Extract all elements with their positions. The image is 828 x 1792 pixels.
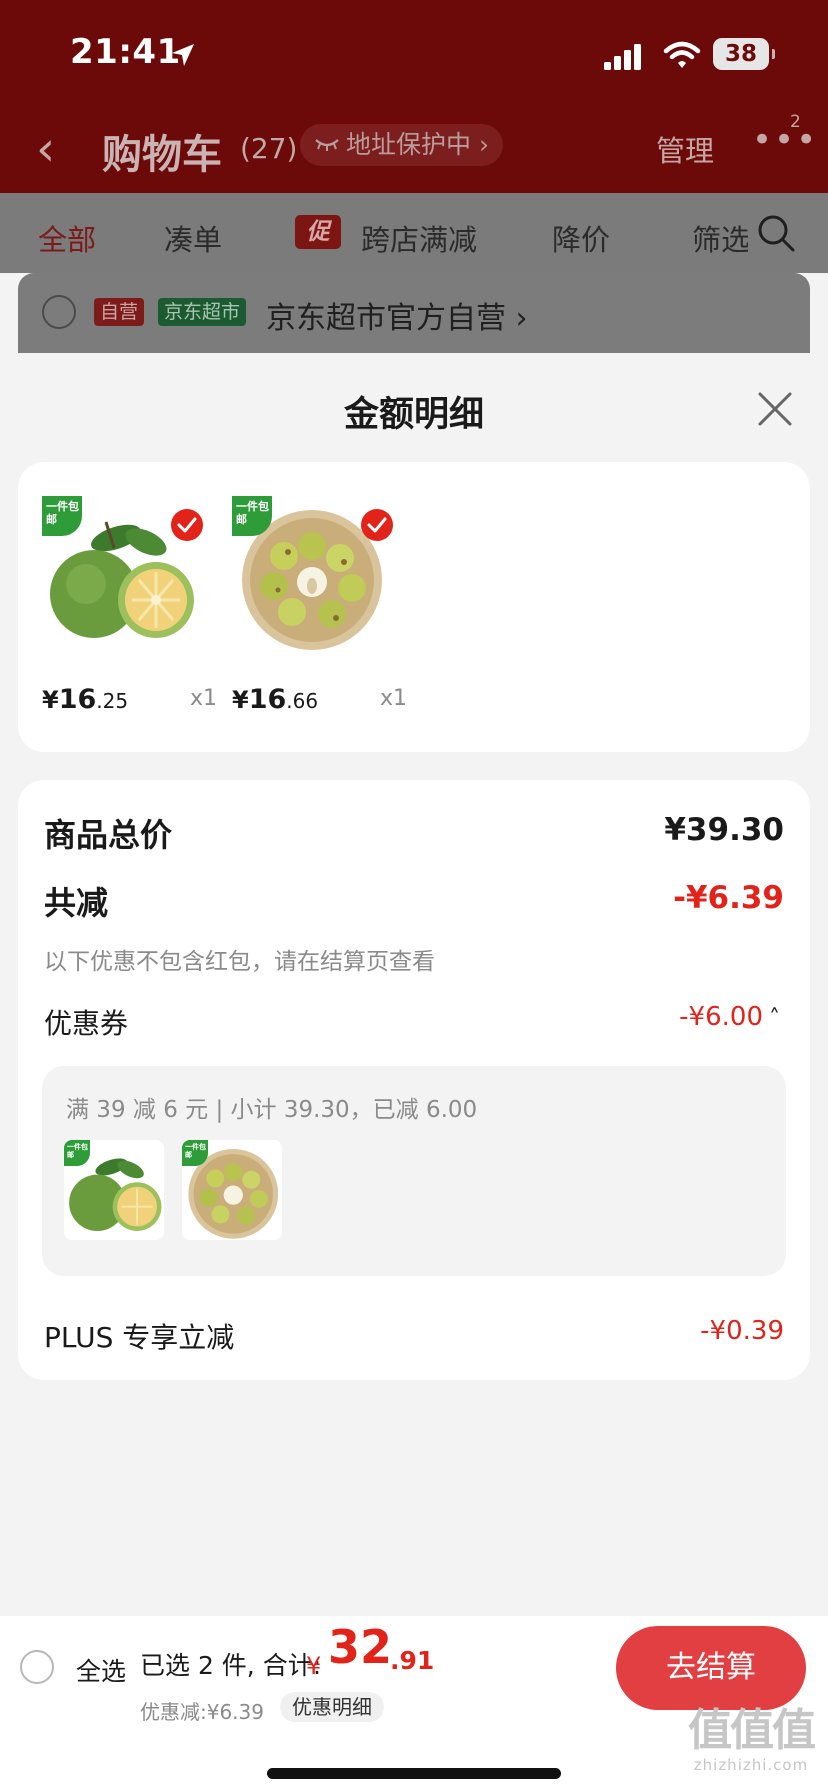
price-integer: 16 (58, 684, 97, 715)
cart-header: 21:41 38 ‹ 购物车 (27) 地址保护中 › 管理 ••• 2 (0, 0, 828, 193)
coupon-label: 优惠券 (44, 1007, 129, 1040)
free-shipping-tag: 一件包邮 (232, 496, 272, 536)
plus-discount-value: -¥0.39 (700, 1316, 784, 1346)
coupon-rule: 满 39 减 6 元 | 小计 39.30，已减 6.00 (66, 1097, 478, 1123)
free-shipping-tag: 一件包邮 (64, 1140, 90, 1166)
selected-info: 已选 2 件, 合计: (140, 1651, 322, 1680)
product-item[interactable]: 一件包邮 ¥16.66 x1 (208, 462, 407, 752)
sheet-title: 金额明细 (343, 395, 484, 435)
product-price: ¥16.25 (42, 684, 128, 715)
address-protect-button[interactable]: 地址保护中 › (300, 124, 503, 166)
free-shipping-tag: 一件包邮 (182, 1140, 208, 1166)
filter-bar: 全部 凑单 促 跨店满减 降价 筛选 (0, 193, 828, 273)
address-protect-label: 地址保护中 › (346, 130, 489, 159)
total-decimal: .91 (390, 1646, 435, 1675)
total-currency: ¥ (306, 1652, 322, 1680)
watermark-logo: 值值值 (688, 1705, 816, 1756)
product-quantity: x1 (380, 686, 408, 711)
cart-count: (27) (240, 132, 298, 165)
checkout-button[interactable]: 去结算 (616, 1626, 806, 1710)
store-row: 自营 京东超市 京东超市官方自营 › (18, 273, 810, 353)
summary-card: 商品总价 ¥39.30 共减 -¥6.39 以下优惠不包含红包，请在结算页查看 … (18, 780, 810, 1380)
plus-discount-label: PLUS 专享立减 (44, 1321, 235, 1354)
nav-row: ‹ 购物车 (27) 地址保护中 › 管理 ••• 2 (0, 110, 828, 190)
battery-icon: 38 (713, 38, 775, 70)
product-image: 一件包邮 (232, 496, 393, 652)
coupon-product-thumb: 一件包邮 (182, 1140, 282, 1240)
price-decimal: .66 (286, 689, 319, 713)
tab-filter[interactable]: 筛选 (692, 217, 748, 259)
amount-detail-sheet: 金额明细 一件包邮 ¥16.25 x1 一件包邮 ¥16.66 x1 商品总价 … (0, 356, 828, 1616)
store-select-radio[interactable] (42, 295, 76, 329)
close-icon[interactable] (756, 390, 794, 428)
products-card: 一件包邮 ¥16.25 x1 一件包邮 ¥16.66 x1 (18, 462, 810, 752)
promo-tag: 促 (295, 215, 341, 249)
supermarket-tag: 京东超市 (158, 298, 247, 326)
select-all-label[interactable]: 全选 (76, 1652, 126, 1688)
status-bar: 21:41 38 (0, 0, 828, 100)
checkout-bar: 全选 已选 2 件, 合计: ¥ 32 .91 优惠减:¥6.39 优惠明细 去… (0, 1616, 828, 1792)
more-icon[interactable]: ••• (752, 120, 818, 160)
tab-all[interactable]: 全部 (38, 217, 96, 259)
message-badge: 2 (790, 112, 801, 132)
coupon-detail-box: 满 39 减 6 元 | 小计 39.30，已减 6.00 一件包邮 一件包邮 (42, 1066, 786, 1276)
coupon-value: -¥6.00 (679, 1002, 763, 1032)
watermark-site: zhizhizhi.com (693, 1756, 809, 1774)
discount-text: 优惠减:¥6.39 (140, 1700, 264, 1724)
product-item[interactable]: 一件包邮 ¥16.25 x1 (18, 462, 217, 752)
product-image: 一件包邮 (42, 496, 203, 652)
total-price-value: ¥39.30 (664, 812, 784, 848)
chevron-up-icon: ˄ (769, 1006, 780, 1031)
search-icon[interactable] (756, 213, 796, 253)
price-decimal: .25 (96, 689, 129, 713)
watermark: 值值值 zhizhizhi.com (676, 1706, 826, 1790)
select-all-radio[interactable] (20, 1650, 54, 1684)
product-price: ¥16.66 (232, 684, 318, 715)
reduce-value: -¥6.39 (673, 880, 784, 916)
reduce-label: 共减 (44, 884, 109, 922)
signal-icon (604, 44, 641, 70)
wifi-icon (663, 41, 701, 68)
back-icon[interactable]: ‹ (36, 124, 76, 174)
total-integer: 32 (328, 1620, 393, 1674)
price-currency: ¥ (232, 686, 249, 714)
check-icon[interactable] (360, 508, 394, 542)
tab-bundle[interactable]: 凑单 (164, 217, 222, 259)
location-arrow-icon (172, 44, 194, 66)
discount-detail-button[interactable]: 优惠明细 (280, 1692, 384, 1722)
store-name[interactable]: 京东超市官方自营 › (266, 293, 528, 337)
reduce-note: 以下优惠不包含红包，请在结算页查看 (44, 949, 435, 975)
home-indicator[interactable] (267, 1768, 561, 1779)
check-icon[interactable] (170, 508, 204, 542)
free-shipping-tag: 一件包邮 (42, 496, 82, 536)
total-price-label: 商品总价 (44, 816, 173, 854)
coupon-toggle[interactable]: -¥6.00 ˄ (679, 1002, 780, 1032)
status-time: 21:41 (70, 32, 181, 72)
cart-screen: 21:41 38 ‹ 购物车 (27) 地址保护中 › 管理 ••• 2 全部 … (0, 0, 828, 1792)
price-integer: 16 (248, 684, 287, 715)
closed-eye-icon (315, 139, 339, 151)
manage-button[interactable]: 管理 (656, 128, 714, 170)
coupon-product-thumb: 一件包邮 (64, 1140, 164, 1240)
page-title: 购物车 (102, 132, 222, 178)
tab-cross-store[interactable]: 跨店满减 (361, 217, 477, 259)
tab-price-drop[interactable]: 降价 (552, 217, 610, 259)
self-operated-tag: 自营 (94, 298, 145, 326)
price-currency: ¥ (42, 686, 59, 714)
